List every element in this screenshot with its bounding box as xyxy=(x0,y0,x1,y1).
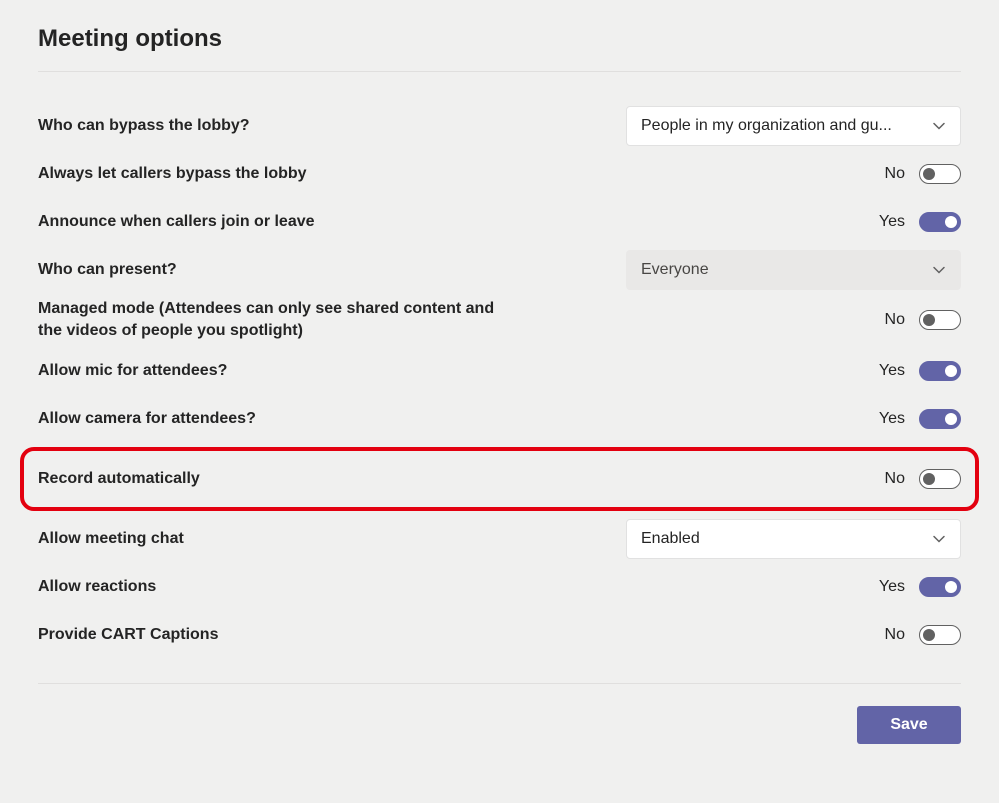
footer: Save xyxy=(38,684,961,744)
value-allow-mic: Yes xyxy=(879,362,905,380)
label-always-bypass: Always let callers bypass the lobby xyxy=(38,163,307,185)
value-always-bypass: No xyxy=(885,165,905,183)
row-allow-reactions: Allow reactions Yes xyxy=(38,563,961,611)
value-cart-captions: No xyxy=(885,626,905,644)
label-managed-mode: Managed mode (Attendees can only see sha… xyxy=(38,298,518,343)
label-allow-camera: Allow camera for attendees? xyxy=(38,408,256,430)
dropdown-bypass-lobby[interactable]: People in my organization and gu... xyxy=(626,106,961,146)
row-allow-camera: Allow camera for attendees? Yes xyxy=(38,395,961,443)
value-allow-camera: Yes xyxy=(879,410,905,428)
highlight-record-auto: Record automatically No xyxy=(20,447,979,511)
row-bypass-lobby: Who can bypass the lobby? People in my o… xyxy=(38,102,961,150)
row-always-bypass: Always let callers bypass the lobby No xyxy=(38,150,961,198)
label-announce: Announce when callers join or leave xyxy=(38,211,315,233)
label-allow-chat: Allow meeting chat xyxy=(38,528,184,550)
chevron-down-icon xyxy=(932,119,946,133)
row-managed-mode: Managed mode (Attendees can only see sha… xyxy=(38,294,961,347)
divider xyxy=(38,71,961,72)
label-allow-mic: Allow mic for attendees? xyxy=(38,360,227,382)
toggle-record-auto[interactable] xyxy=(919,469,961,489)
dropdown-present-value: Everyone xyxy=(641,261,709,279)
label-present: Who can present? xyxy=(38,259,177,281)
toggle-allow-reactions[interactable] xyxy=(919,577,961,597)
label-cart-captions: Provide CART Captions xyxy=(38,624,218,646)
dropdown-allow-chat[interactable]: Enabled xyxy=(626,519,961,559)
save-button[interactable]: Save xyxy=(857,706,961,744)
label-bypass-lobby: Who can bypass the lobby? xyxy=(38,115,250,137)
value-managed-mode: No xyxy=(885,311,905,329)
dropdown-present[interactable]: Everyone xyxy=(626,250,961,290)
row-present: Who can present? Everyone xyxy=(38,246,961,294)
row-cart-captions: Provide CART Captions No xyxy=(38,611,961,659)
row-record-auto: Record automatically No xyxy=(38,459,961,499)
value-announce: Yes xyxy=(879,213,905,231)
toggle-allow-mic[interactable] xyxy=(919,361,961,381)
value-record-auto: No xyxy=(885,470,905,488)
page-title: Meeting options xyxy=(38,25,961,53)
toggle-allow-camera[interactable] xyxy=(919,409,961,429)
label-record-auto: Record automatically xyxy=(38,468,200,490)
toggle-announce[interactable] xyxy=(919,212,961,232)
chevron-down-icon xyxy=(932,532,946,546)
dropdown-bypass-lobby-value: People in my organization and gu... xyxy=(641,117,892,135)
value-allow-reactions: Yes xyxy=(879,578,905,596)
row-announce: Announce when callers join or leave Yes xyxy=(38,198,961,246)
toggle-cart-captions[interactable] xyxy=(919,625,961,645)
row-allow-mic: Allow mic for attendees? Yes xyxy=(38,347,961,395)
dropdown-allow-chat-value: Enabled xyxy=(641,530,700,548)
chevron-down-icon xyxy=(932,263,946,277)
toggle-managed-mode[interactable] xyxy=(919,310,961,330)
label-allow-reactions: Allow reactions xyxy=(38,576,156,598)
toggle-always-bypass[interactable] xyxy=(919,164,961,184)
row-allow-chat: Allow meeting chat Enabled xyxy=(38,515,961,563)
